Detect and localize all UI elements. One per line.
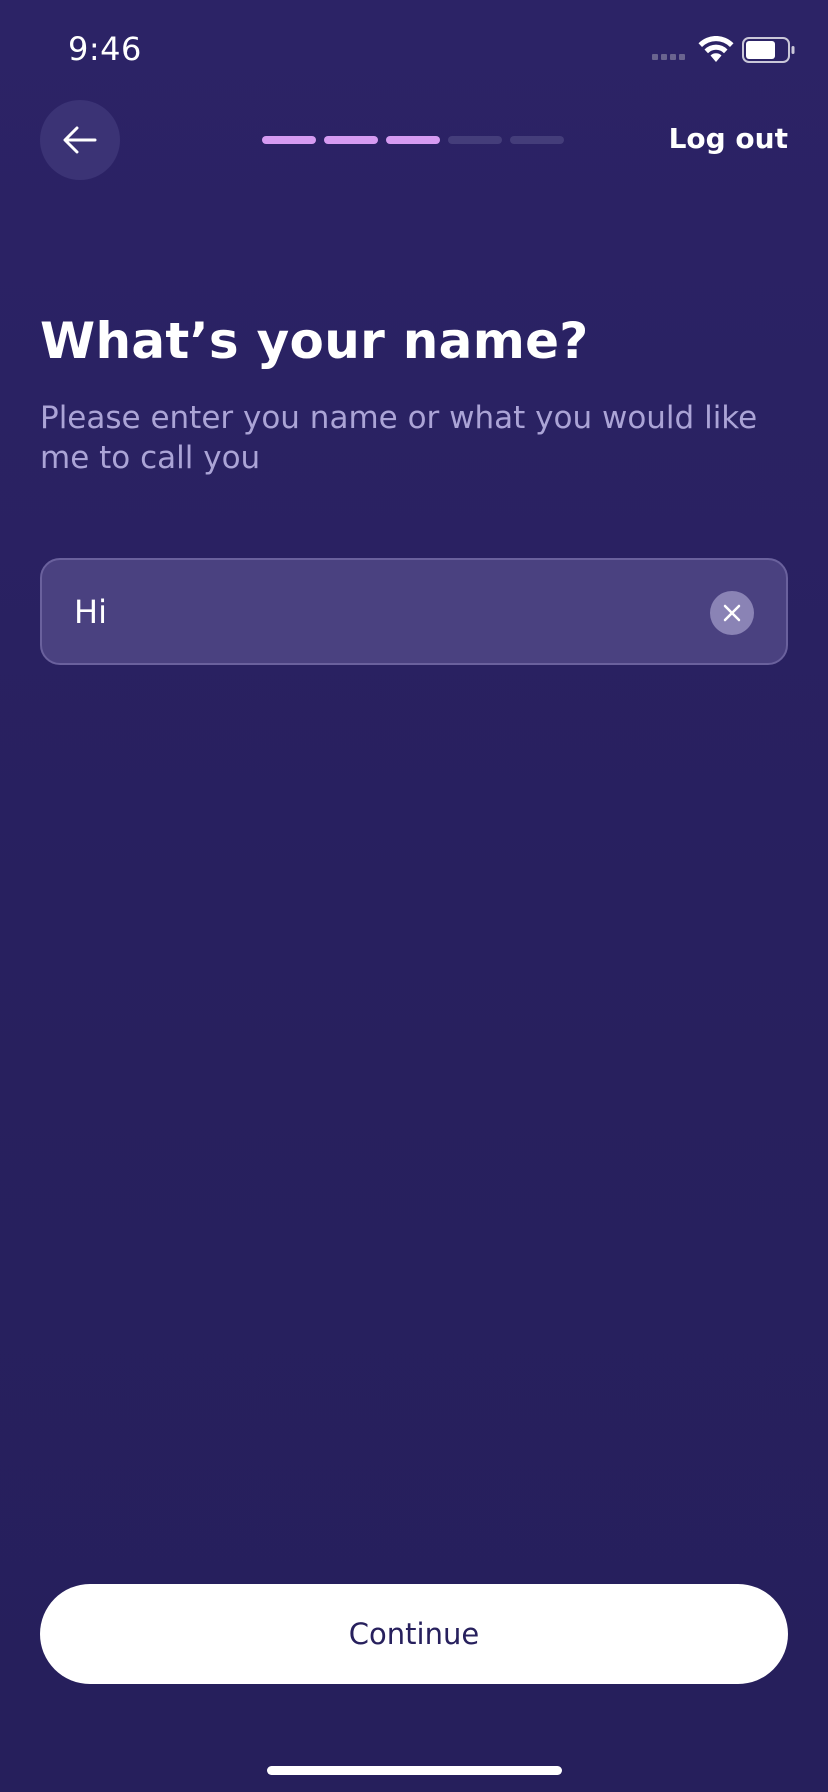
screen: 9:46 Log out What’s your name? Please en… <box>0 0 828 1792</box>
progress-indicator <box>262 136 564 144</box>
progress-step-pending <box>448 136 502 144</box>
close-icon <box>723 604 741 622</box>
page-subtitle: Please enter you name or what you would … <box>40 400 758 476</box>
home-indicator[interactable] <box>267 1766 562 1775</box>
logout-button[interactable]: Log out <box>669 122 788 155</box>
name-field <box>40 558 788 665</box>
arrow-left-icon <box>63 126 97 154</box>
progress-step-completed <box>324 136 378 144</box>
name-input[interactable] <box>74 560 694 663</box>
page-title: What’s your name? <box>40 312 589 370</box>
progress-step-completed <box>386 136 440 144</box>
clear-input-button[interactable] <box>710 591 754 635</box>
wifi-icon <box>698 36 734 62</box>
progress-step-completed <box>262 136 316 144</box>
battery-icon <box>742 37 795 63</box>
continue-button[interactable]: Continue <box>40 1584 788 1684</box>
back-button[interactable] <box>40 100 120 180</box>
cellular-signal-icon <box>652 54 685 60</box>
progress-step-pending <box>510 136 564 144</box>
status-time: 9:46 <box>68 30 142 68</box>
